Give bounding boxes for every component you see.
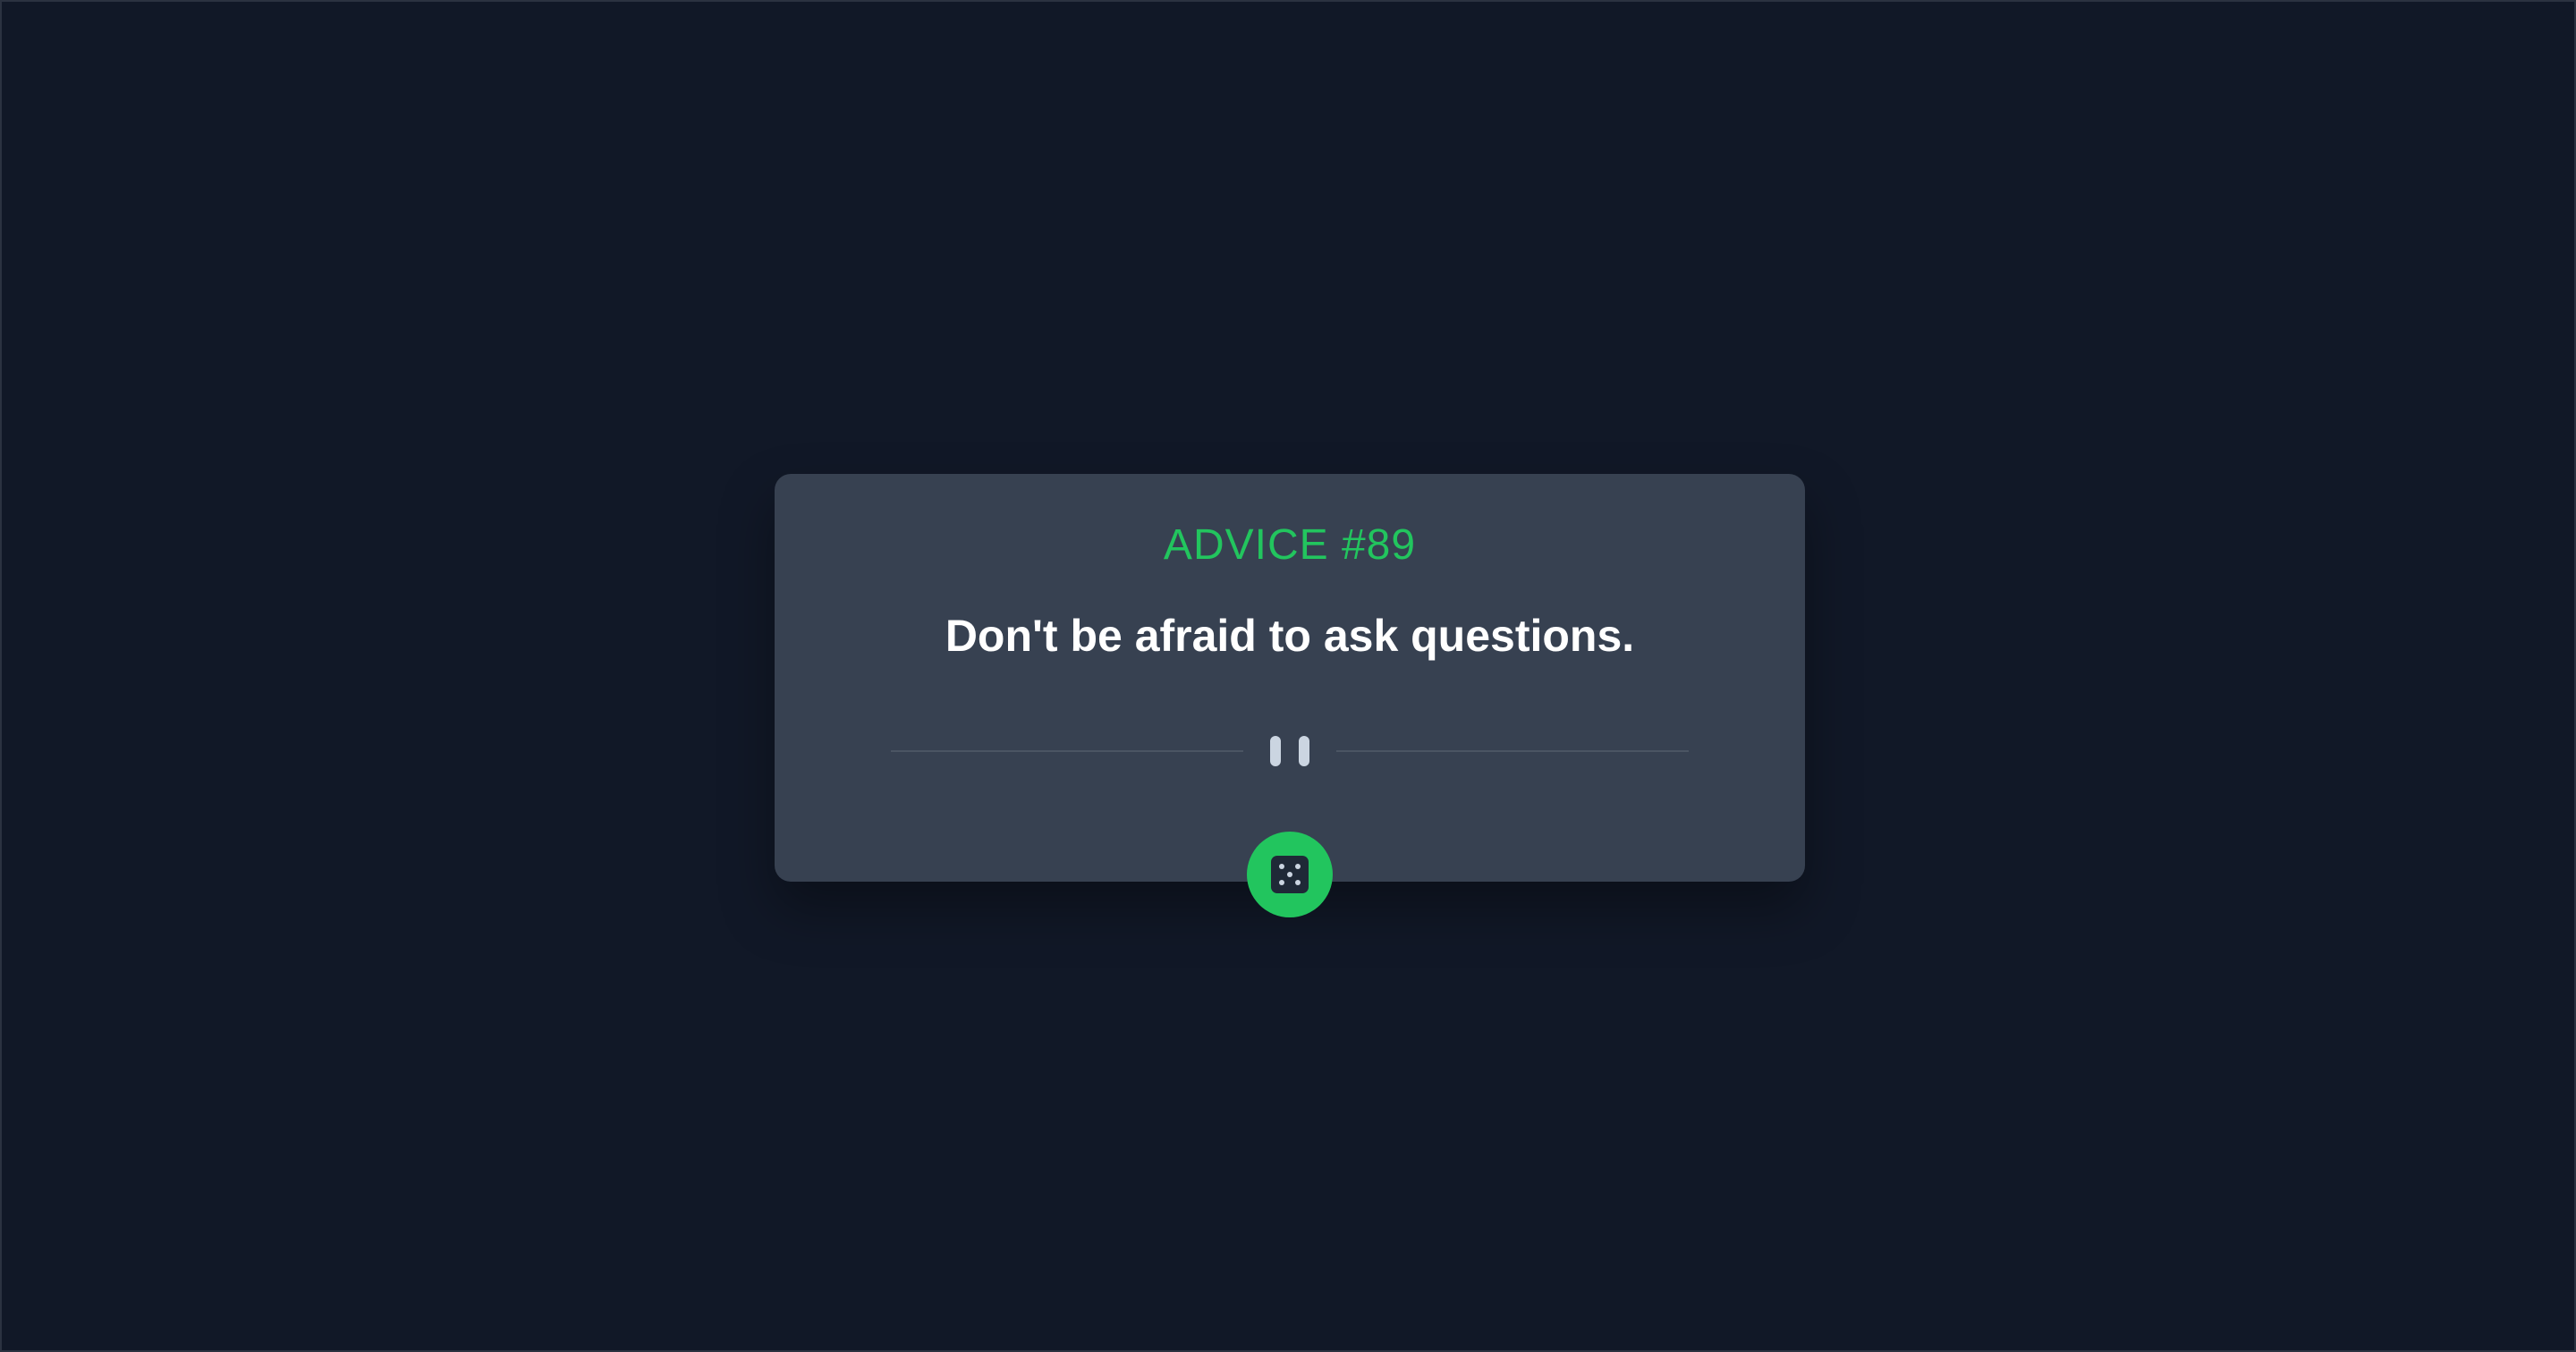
advice-text: Don't be afraid to ask questions. (945, 611, 1635, 661)
generate-advice-button[interactable] (1247, 832, 1333, 917)
divider (891, 733, 1689, 769)
divider-line-right (1336, 750, 1689, 752)
advice-id: ADVICE #89 (1163, 521, 1417, 569)
advice-card: ADVICE #89 Don't be afraid to ask questi… (775, 474, 1805, 917)
dice-icon (1271, 856, 1309, 893)
divider-line-left (891, 750, 1243, 752)
pause-icon (1270, 736, 1309, 766)
